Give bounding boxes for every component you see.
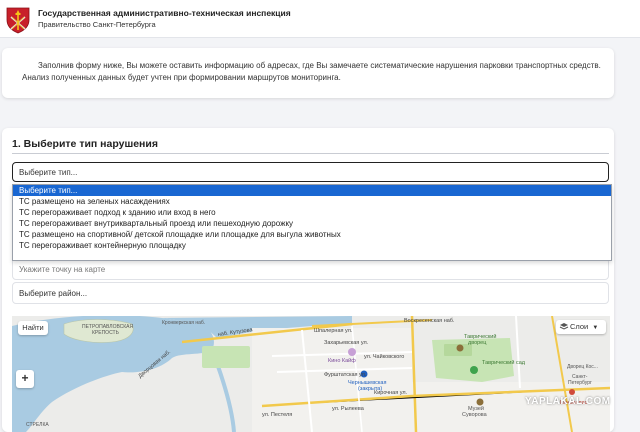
map-point-field[interactable]: Укажите точку на карте (12, 258, 609, 280)
poi-kinopalace (569, 389, 575, 395)
violation-type-select[interactable]: Выберите тип... (12, 162, 609, 182)
map-widget[interactable]: ПЕТРОПАВЛОВСКАЯ КРЕПОСТЬ наб. Кутузова Шп… (12, 316, 610, 432)
map-layers-label: Слои (570, 322, 589, 331)
dropdown-option[interactable]: ТС размещено на зеленых насаждениях (13, 196, 611, 207)
map-zoom-in-button[interactable]: + (16, 370, 34, 388)
dropdown-option[interactable]: Выберите тип... (13, 185, 611, 196)
chevron-down-icon: ▼ (592, 325, 599, 331)
section-divider (12, 153, 609, 154)
road-potemkinskaya (515, 316, 521, 389)
layers-icon (559, 323, 569, 330)
poi-museum (476, 398, 484, 406)
map-label: ул. Чайковского (364, 353, 404, 360)
map-label: СТРЕЛКА (26, 422, 49, 428)
violation-type-select-value: Выберите тип... (19, 168, 78, 177)
watermark-text: YAPLAKAL.COM (525, 396, 611, 407)
intro-text: Заполнив форму ниже, Вы можете оставить … (22, 61, 601, 82)
dropdown-option[interactable]: ТС перегораживает подход к зданию или вх… (13, 207, 611, 218)
map-find-button[interactable]: Найти (18, 321, 48, 335)
map-label: Захарьевская ул. (324, 340, 369, 346)
poi-palace (456, 344, 464, 352)
map-point-placeholder: Укажите точку на карте (19, 265, 106, 274)
district-select[interactable]: Выберите район... (12, 282, 609, 304)
summer-garden-park (202, 346, 250, 368)
dropdown-option[interactable]: ТС перегораживает внутриквартальный прое… (13, 218, 611, 229)
map-label: Кино Кайф (328, 357, 356, 364)
spb-coat-of-arms-icon[interactable] (4, 4, 32, 34)
map-label: Шпалерная ул. (314, 328, 353, 334)
district-select-value: Выберите район... (19, 289, 88, 298)
poi-kino-kayf (348, 348, 356, 356)
map-label: Воскресенская наб. (404, 318, 455, 324)
map-label: Таврический сад (482, 359, 526, 366)
dropdown-option[interactable]: ТС перегораживает контейнерную площадку (13, 240, 611, 251)
site-header: Государственная административно-техничес… (0, 0, 640, 38)
map-label: ул. Пестеля (262, 412, 292, 418)
violation-type-dropdown[interactable]: Выберите тип... ТС размещено на зеленых … (12, 184, 612, 261)
section-title: 1. Выберите тип нарушения (12, 138, 158, 150)
map-canvas[interactable]: ПЕТРОПАВЛОВСКАЯ КРЕПОСТЬ наб. Кутузова Шп… (12, 316, 610, 432)
map-label: Кронверкская наб. (162, 320, 205, 326)
map-label: Фурштатская ул. (324, 372, 367, 378)
org-title: Государственная административно-техничес… (38, 8, 291, 18)
map-layers-button[interactable]: Слои ▼ (556, 320, 606, 334)
intro-card: Заполнив форму ниже, Вы можете оставить … (2, 48, 614, 98)
violation-type-section: 1. Выберите тип нарушения Выберите тип..… (2, 128, 614, 432)
org-subtitle: Правительство Санкт-Петербурга (38, 20, 156, 29)
map-label: Дворец Кос... (567, 364, 598, 370)
park-icon (470, 366, 478, 374)
map-label: Санкт-Петербург (568, 374, 592, 386)
map-label: ул. Рылеева (332, 406, 365, 412)
dropdown-option[interactable]: ТС размещено на спортивной/ детской площ… (13, 229, 611, 240)
